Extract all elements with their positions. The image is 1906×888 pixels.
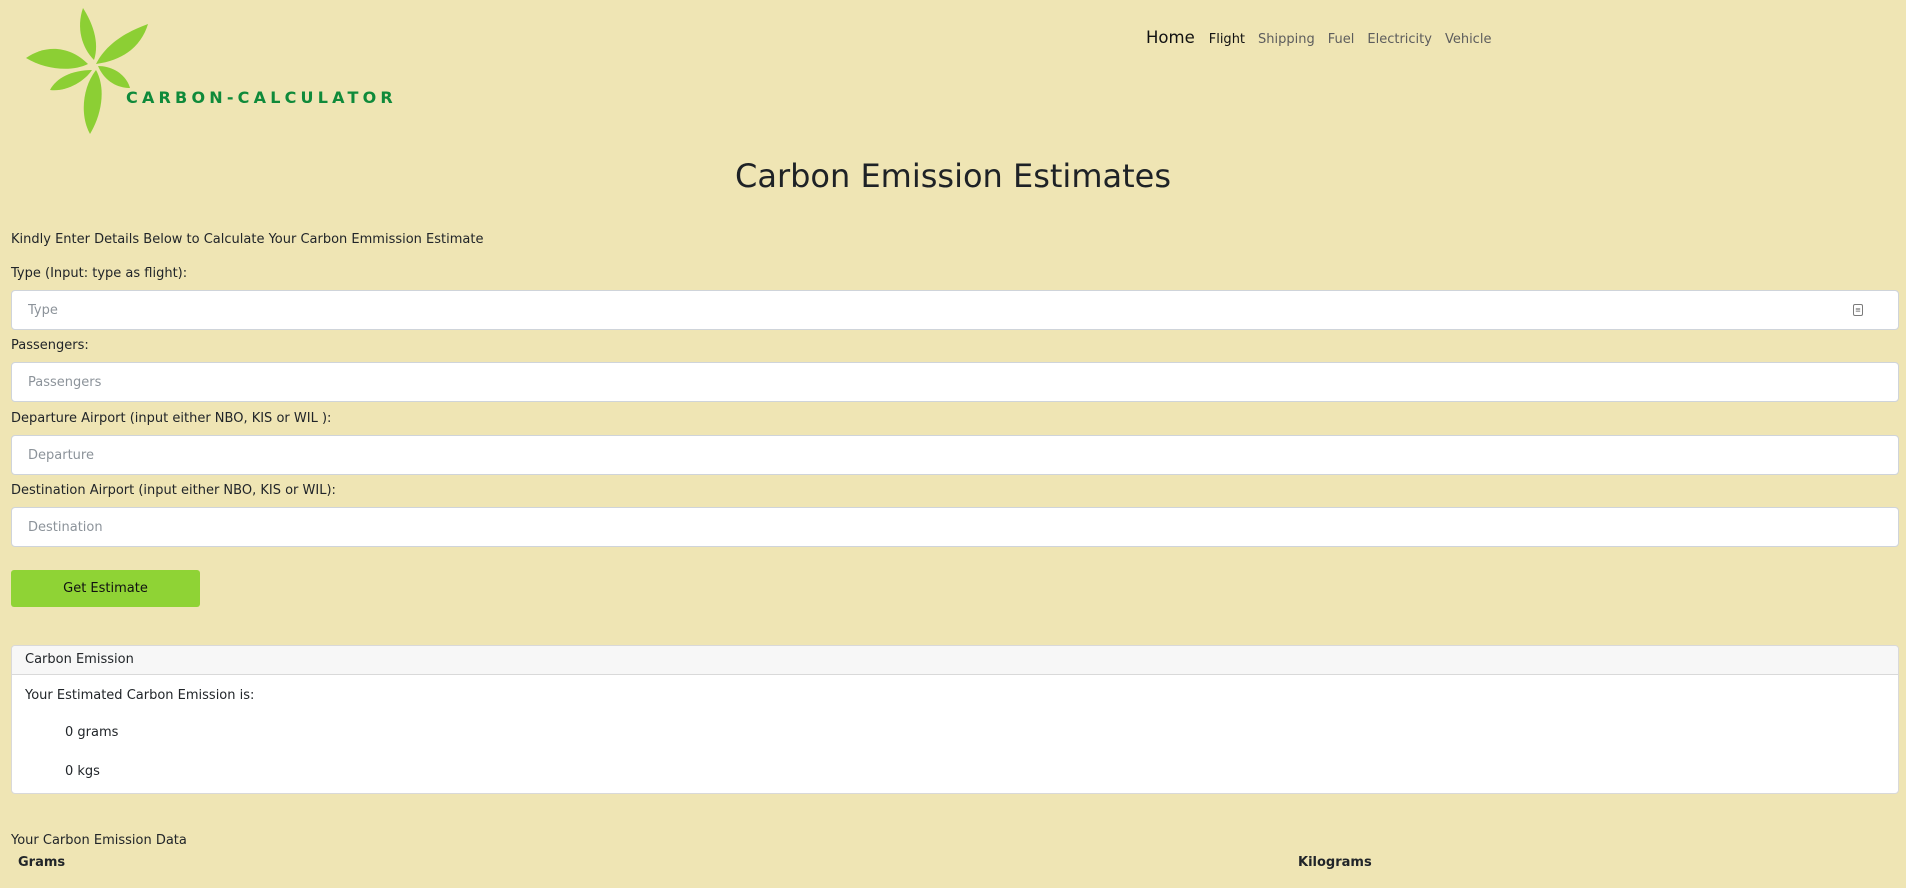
type-input[interactable] xyxy=(11,290,1899,330)
departure-label: Departure Airport (input either NBO, KIS… xyxy=(11,411,332,426)
page-title: Carbon Emission Estimates xyxy=(734,157,1171,195)
column-header-grams: Grams xyxy=(18,855,66,870)
nav-flight-link[interactable]: Flight xyxy=(1209,32,1245,47)
passengers-input[interactable] xyxy=(11,362,1899,402)
passengers-label: Passengers: xyxy=(11,338,89,353)
destination-input[interactable] xyxy=(11,507,1899,547)
result-intro: Your Estimated Carbon Emission is: xyxy=(25,688,255,703)
data-table-title: Your Carbon Emission Data xyxy=(11,833,187,848)
result-grams: 0 grams xyxy=(65,725,119,740)
destination-label: Destination Airport (input either NBO, K… xyxy=(11,483,336,498)
page: CARBON-CALCULATOR Home Flight Shipping F… xyxy=(0,0,1906,888)
nav-home-link[interactable]: Home xyxy=(1146,28,1195,47)
nav-fuel-link[interactable]: Fuel xyxy=(1328,32,1355,47)
main-nav: Home Flight Shipping Fuel Electricity Ve… xyxy=(1146,28,1504,52)
form-intro: Kindly Enter Details Below to Calculate … xyxy=(11,232,484,247)
column-header-kilograms: Kilograms xyxy=(1298,855,1372,870)
leaf-logo-icon xyxy=(26,8,148,134)
get-estimate-button[interactable]: Get Estimate xyxy=(11,570,200,607)
nav-electricity-link[interactable]: Electricity xyxy=(1367,32,1432,47)
result-card-body: Your Estimated Carbon Emission is: 0 gra… xyxy=(12,675,1898,793)
result-card: Carbon Emission Your Estimated Carbon Em… xyxy=(11,645,1899,794)
result-kgs: 0 kgs xyxy=(65,764,100,779)
logo-text: CARBON-CALCULATOR xyxy=(126,88,397,107)
type-label: Type (Input: type as flight): xyxy=(11,266,188,281)
departure-input[interactable] xyxy=(11,435,1899,475)
brand-logo[interactable]: CARBON-CALCULATOR xyxy=(26,4,393,138)
nav-vehicle-link[interactable]: Vehicle xyxy=(1445,32,1492,47)
nav-shipping-link[interactable]: Shipping xyxy=(1258,32,1315,47)
result-card-header: Carbon Emission xyxy=(12,646,1898,675)
autofill-list-icon[interactable]: ≡ xyxy=(1853,304,1863,316)
